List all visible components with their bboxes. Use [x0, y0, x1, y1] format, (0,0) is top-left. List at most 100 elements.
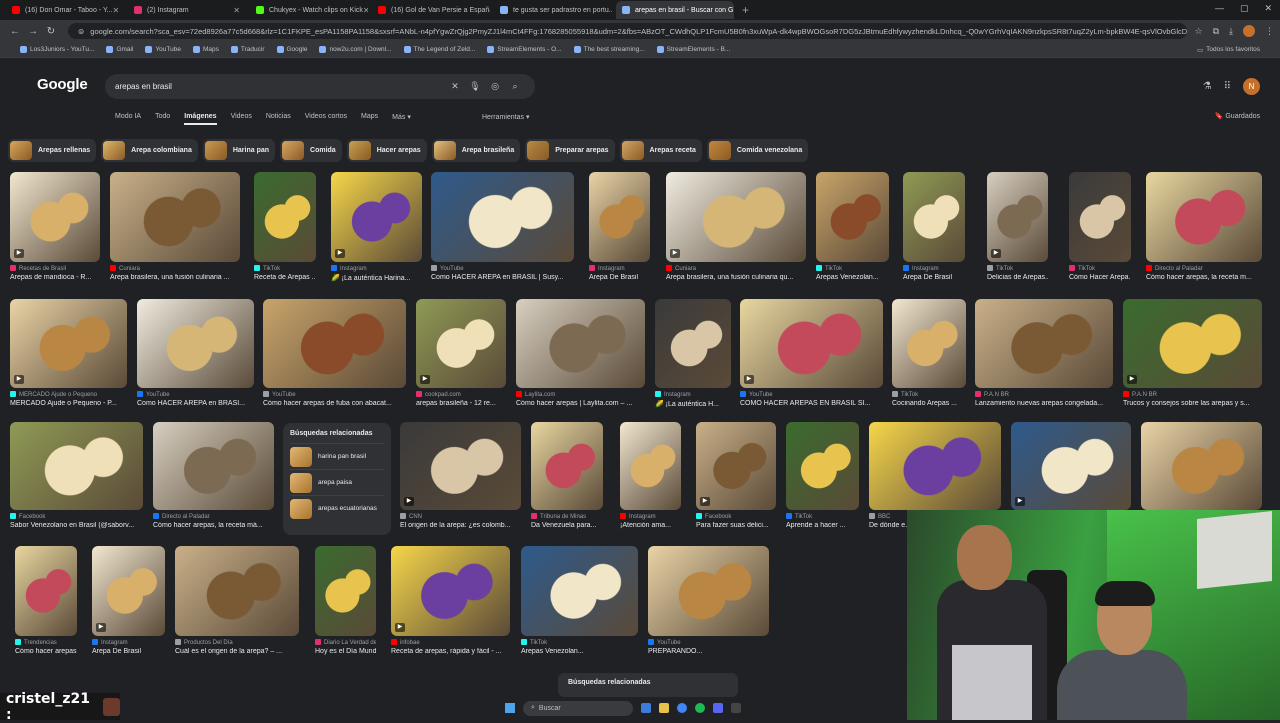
windows-start-icon[interactable]	[505, 703, 515, 713]
browser-tab[interactable]: te gusta ser padrastro en portu...✕	[494, 1, 612, 19]
image-result-tile[interactable]: Diario La Verdad de Vargas Hoy es el Día …	[315, 546, 376, 655]
result-thumbnail[interactable]: ▶	[696, 422, 776, 510]
bookmark-item[interactable]: YouTube	[145, 46, 181, 53]
result-thumbnail[interactable]	[254, 172, 316, 262]
result-thumbnail[interactable]	[137, 299, 254, 388]
result-caption[interactable]: PREPARANDO...	[648, 648, 769, 655]
result-source[interactable]: Instagram	[655, 391, 731, 398]
chip-harina-pan[interactable]: Harina pan	[202, 139, 276, 162]
image-result-tile[interactable]: TikTok Aprende a hacer ...	[786, 422, 859, 529]
result-thumbnail[interactable]	[110, 172, 240, 262]
reload-icon[interactable]: ↻	[42, 26, 60, 37]
result-caption[interactable]: 🌽 ¡La auténtica Harina...	[331, 274, 422, 282]
image-result-tile[interactable]: Instagram 🌽 ¡La auténtica H...	[655, 299, 731, 408]
result-source[interactable]: YouTube	[137, 391, 254, 398]
result-thumbnail[interactable]: ▶	[666, 172, 806, 262]
bookmark-item[interactable]: StreamElements - B...	[656, 46, 730, 53]
result-source[interactable]: YouTube	[263, 391, 406, 398]
result-source[interactable]: P.A.N BR	[1123, 391, 1262, 398]
result-source[interactable]: TikTok	[786, 513, 859, 520]
result-thumbnail[interactable]	[175, 546, 299, 636]
result-source[interactable]: TikTok	[254, 265, 316, 272]
tools-button[interactable]: Herramientas ▾	[482, 113, 529, 121]
image-result-tile[interactable]: Tribuna de Minas Da Venezuela para...	[531, 422, 603, 529]
result-thumbnail[interactable]	[516, 299, 645, 388]
result-source[interactable]: Facebook	[10, 513, 143, 520]
result-source[interactable]: TikTok	[521, 639, 638, 646]
app-icon[interactable]	[641, 703, 651, 713]
result-thumbnail[interactable]	[263, 299, 406, 388]
image-result-tile[interactable]: Productos Del Día Cuál es el origen de la…	[175, 546, 299, 655]
bookmark-item[interactable]: The best streaming...	[573, 46, 645, 53]
bookmark-item[interactable]: Traducir	[230, 46, 265, 53]
image-result-tile[interactable]: ▶ MERCADO Ajude o Pequeno MERCADO Ajude o …	[10, 299, 127, 407]
image-result-tile[interactable]: TikTok Receta de Arepas ...	[254, 172, 316, 281]
chip-arepa-brasileña[interactable]: Arepa brasileña	[431, 139, 521, 162]
result-caption[interactable]: Arepa De Brasil	[903, 274, 965, 281]
tab-close-icon[interactable]: ✕	[363, 6, 368, 15]
result-thumbnail[interactable]	[648, 546, 769, 636]
result-source[interactable]: Instagram	[331, 265, 422, 272]
result-source[interactable]: Trendencias	[15, 639, 77, 646]
result-source[interactable]: Recetas de Brasil	[10, 265, 100, 272]
result-thumbnail[interactable]	[15, 546, 77, 636]
site-info-icon[interactable]: ⊜	[78, 27, 84, 36]
result-source[interactable]: Directo al Paladar	[153, 513, 274, 520]
spotify-icon[interactable]	[695, 703, 705, 713]
result-caption[interactable]: Receta de arepas, rápida y fácil - ...	[391, 648, 510, 655]
bookmark-item[interactable]: Los3Juniors - YouTu...	[20, 46, 94, 53]
discord-icon[interactable]	[713, 703, 723, 713]
apps-grid-icon[interactable]: ⠿	[1224, 81, 1231, 92]
result-caption[interactable]: El origen de la arepa: ¿es colomb...	[400, 522, 521, 529]
result-thumbnail[interactable]	[431, 172, 574, 262]
browser-tab[interactable]: arepas en brasil - Buscar con G...✕	[616, 1, 734, 19]
image-result-tile[interactable]: ▶ Recetas de Brasil Arepas de mandioca - R…	[10, 172, 100, 281]
result-caption[interactable]: Cómo hacer arepas de fuba con abacat...	[263, 400, 406, 407]
result-source[interactable]: Instagram	[92, 639, 165, 646]
result-thumbnail[interactable]	[315, 546, 376, 636]
result-source[interactable]: TikTok	[816, 265, 889, 272]
result-caption[interactable]: Da Venezuela para...	[531, 522, 603, 529]
result-thumbnail[interactable]	[531, 422, 603, 510]
bookmark-star-icon[interactable]: ☆	[1195, 26, 1203, 37]
chip-arepa-colombiana[interactable]: Arepa colombiana	[101, 139, 198, 162]
new-tab-button[interactable]: +	[742, 3, 749, 17]
bookmark-item[interactable]: now2u.com | Downl...	[319, 46, 392, 53]
result-thumbnail[interactable]: ▶	[740, 299, 883, 388]
tab-close-icon[interactable]: ✕	[233, 6, 240, 15]
result-source[interactable]: Diario La Verdad de Vargas	[315, 639, 376, 646]
download-icon[interactable]: ⤓	[1229, 26, 1233, 37]
bookmark-item[interactable]: Google	[276, 46, 307, 53]
result-thumbnail[interactable]	[655, 299, 731, 388]
result-thumbnail[interactable]	[975, 299, 1113, 388]
result-caption[interactable]: Delicias de Arepas...	[987, 274, 1048, 281]
search-icon[interactable]: ⌕	[505, 81, 525, 92]
result-source[interactable]: TikTok	[1069, 265, 1131, 272]
result-thumbnail[interactable]	[1146, 172, 1262, 262]
result-thumbnail[interactable]: ▶	[331, 172, 422, 262]
tab-modo-ia[interactable]: Modo IA	[115, 113, 141, 125]
tab-videos-cortos[interactable]: Videos cortos	[305, 113, 347, 125]
result-thumbnail[interactable]	[903, 172, 965, 262]
browser-tab[interactable]: (16) Don Omar - Taboo - Y... ✕	[6, 1, 124, 19]
image-result-tile[interactable]: YouTube Como HACER AREPA en BRASIL | Susy…	[431, 172, 574, 281]
saved-link[interactable]: 🔖 Guardados	[1215, 112, 1260, 120]
image-result-tile[interactable]: TikTok Arepas Venezolan...	[816, 172, 889, 281]
result-caption[interactable]: Sabor Venezolano en Brasil (@saborv...	[10, 522, 143, 529]
result-thumbnail[interactable]: ▶	[92, 546, 165, 636]
result-caption[interactable]: 🌽 ¡La auténtica H...	[655, 400, 731, 408]
chip-arepas-rellenas[interactable]: Arepas rellenas	[8, 139, 97, 162]
folder-icon[interactable]	[659, 703, 669, 713]
result-source[interactable]: YouTube	[431, 265, 574, 272]
image-result-tile[interactable]: ▶ Cuniara Arepa brasilera, una fusión culi…	[666, 172, 806, 281]
result-caption[interactable]: Receta de Arepas ...	[254, 274, 316, 281]
result-thumbnail[interactable]	[521, 546, 638, 636]
chip-comida[interactable]: Comida	[280, 139, 342, 162]
search-box[interactable]: arepas en brasil ✕ 🎙 ◎ ⌕	[105, 74, 535, 99]
bookmark-item[interactable]: StreamElements - O...	[487, 46, 562, 53]
result-caption[interactable]: Aprende a hacer ...	[786, 522, 859, 529]
all-bookmarks[interactable]: ▭ Todos los favoritos	[1197, 46, 1260, 54]
result-caption[interactable]: ¡Atención ama...	[620, 522, 681, 529]
image-result-tile[interactable]: TikTok Cómo Hacer Arepa...	[1069, 172, 1131, 281]
result-source[interactable]: Cuniara	[110, 265, 240, 272]
